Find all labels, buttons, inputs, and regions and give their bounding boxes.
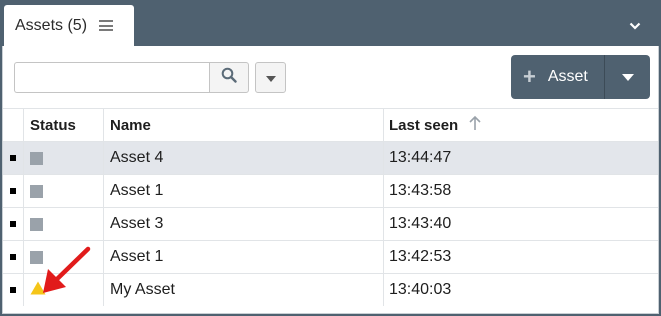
plus-icon: + (523, 64, 536, 89)
assets-panel: + Asset Status Name Last seen Asset 4 13… (2, 46, 659, 314)
last-seen-cell: 13:43:58 (389, 182, 452, 199)
row-marker (3, 241, 24, 273)
add-asset-button[interactable]: + Asset (511, 55, 604, 99)
caret-down-icon (621, 68, 634, 86)
table-row[interactable]: Asset 1 13:43:58 (3, 174, 658, 207)
row-marker-square (10, 155, 16, 161)
search-button[interactable] (209, 62, 249, 93)
status-cell (24, 274, 104, 306)
arrow-up-icon[interactable] (468, 115, 482, 135)
table-header: Status Name Last seen (3, 108, 658, 141)
status-cell (24, 241, 104, 273)
header-marker-column (3, 109, 24, 141)
row-marker-square (10, 221, 16, 227)
status-cell (24, 208, 104, 240)
row-marker-square (10, 254, 16, 260)
row-marker-square (10, 287, 16, 293)
tab-bar: Assets (5) (0, 0, 661, 46)
last-seen-cell: 13:42:53 (389, 248, 452, 265)
chevron-down-icon[interactable] (629, 17, 641, 35)
caret-down-icon (265, 69, 276, 87)
table-row[interactable]: Asset 4 13:44:47 (3, 141, 658, 174)
status-cell (24, 142, 104, 174)
search-input[interactable] (14, 62, 210, 93)
search-icon (221, 67, 237, 88)
table-row[interactable]: Asset 1 13:42:53 (3, 240, 658, 273)
warning-triangle-icon (30, 281, 46, 300)
row-marker-square (10, 188, 16, 194)
column-header-status[interactable]: Status (24, 109, 104, 141)
column-header-last-seen[interactable]: Last seen (384, 109, 658, 141)
last-seen-cell: 13:43:40 (389, 215, 452, 232)
status-grey-square (30, 217, 43, 231)
table-row[interactable]: Asset 3 13:43:40 (3, 207, 658, 240)
row-marker (3, 274, 24, 306)
last-seen-cell: 13:40:03 (389, 281, 452, 298)
name-cell: Asset 1 (104, 175, 384, 207)
column-header-name[interactable]: Name (104, 109, 384, 141)
row-marker (3, 142, 24, 174)
name-cell: My Asset (104, 274, 384, 306)
status-grey-square (30, 151, 43, 165)
tab-label: Assets (5) (15, 16, 88, 34)
assets-table: Status Name Last seen Asset 4 13:44:47 A… (3, 108, 658, 306)
status-grey-square (30, 184, 43, 198)
name-cell: Asset 1 (104, 241, 384, 273)
hamburger-icon[interactable] (99, 20, 114, 31)
add-options-button[interactable] (605, 55, 650, 99)
add-asset-group: + Asset (511, 55, 650, 99)
row-marker (3, 208, 24, 240)
filter-dropdown-button[interactable] (255, 62, 286, 93)
row-marker (3, 175, 24, 207)
tab-assets[interactable]: Assets (5) (4, 5, 134, 46)
table-row[interactable]: My Asset 13:40:03 (3, 273, 658, 306)
add-asset-label: Asset (547, 68, 588, 85)
status-cell (24, 175, 104, 207)
name-cell: Asset 3 (104, 208, 384, 240)
column-header-last-seen-label: Last seen (389, 116, 459, 134)
last-seen-cell: 13:44:47 (389, 149, 452, 166)
status-grey-square (30, 250, 43, 264)
name-cell: Asset 4 (104, 142, 384, 174)
